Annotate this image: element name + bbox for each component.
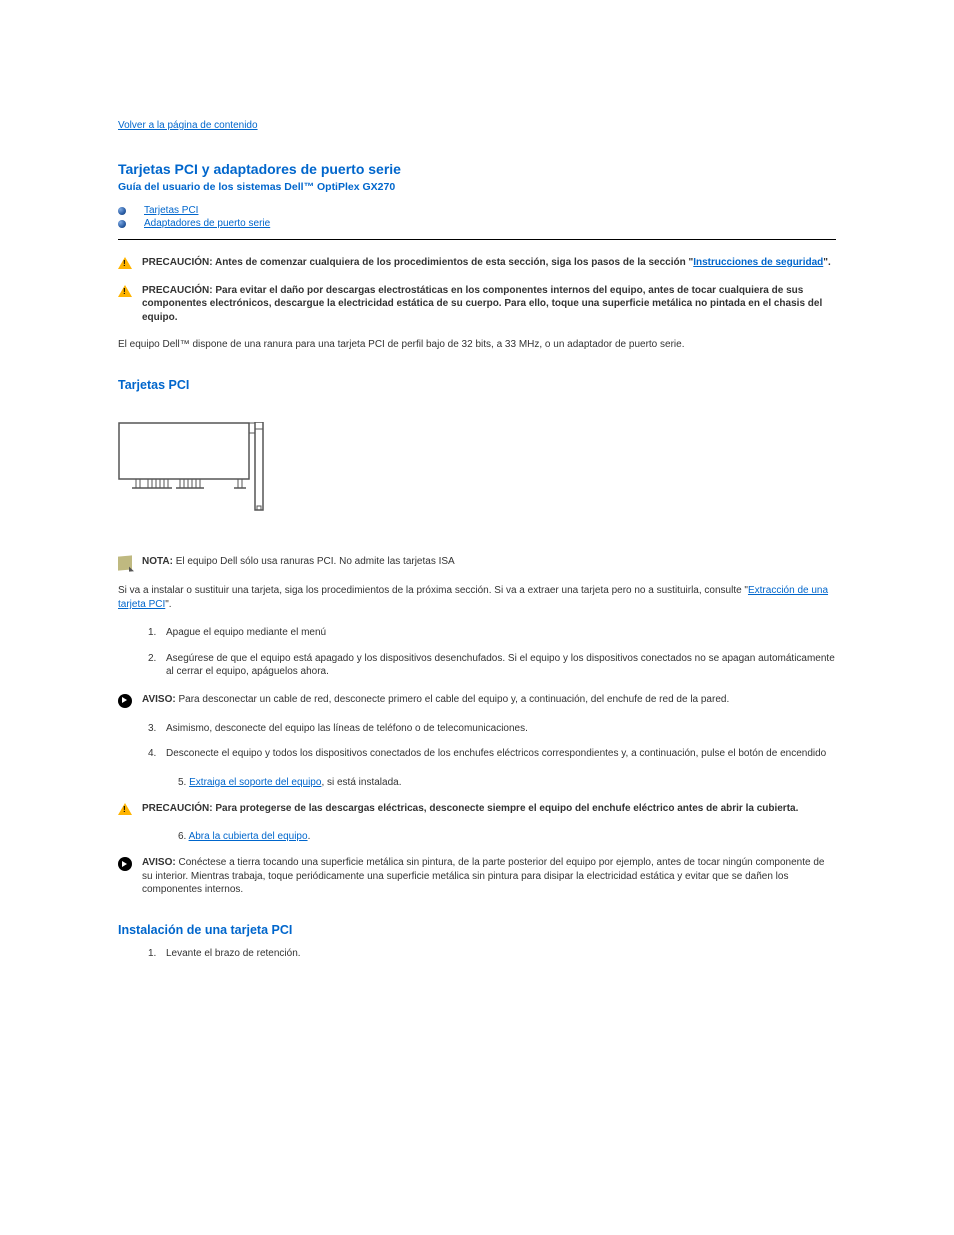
step-5: 5. Extraiga el soporte del equipo, si es… xyxy=(178,777,836,788)
aviso-callout-1: AVISO: Para desconectar un cable de red,… xyxy=(118,693,836,708)
precaucion-label: PRECAUCIÓN: xyxy=(142,803,213,814)
bullet-icon xyxy=(118,220,126,228)
safety-instructions-link[interactable]: Instrucciones de seguridad xyxy=(693,257,823,268)
aviso-1-text: Para desconectar un cable de red, descon… xyxy=(176,694,730,705)
toc-link-pci[interactable]: Tarjetas PCI xyxy=(144,205,198,216)
step-number: 5. xyxy=(178,777,186,788)
install-step-list: 1. Levante el brazo de retención. xyxy=(118,947,836,961)
warning-triangle-icon xyxy=(118,803,132,815)
step-6: 6. Abra la cubierta del equipo. xyxy=(178,831,836,842)
aviso-callout-2: AVISO: Conéctese a tierra tocando una su… xyxy=(118,856,836,897)
divider xyxy=(118,239,836,240)
step-number: 1. xyxy=(148,947,166,961)
aviso-label: AVISO: xyxy=(142,857,176,868)
warning-triangle-icon xyxy=(118,257,132,269)
install-replace-text: Si va a instalar o sustituir una tarjeta… xyxy=(118,584,836,612)
precaution-1-post: ". xyxy=(823,257,831,268)
nota-label: NOTA: xyxy=(142,556,173,567)
aviso-label: AVISO: xyxy=(142,694,176,705)
warning-triangle-icon xyxy=(118,285,132,297)
step-4: 4. Desconecte el equipo y todos los disp… xyxy=(148,747,836,761)
pci-card-illustration xyxy=(118,422,836,515)
step-6-post: . xyxy=(308,831,311,842)
toc-item-pci: Tarjetas PCI xyxy=(118,205,836,216)
remove-stand-link[interactable]: Extraiga el soporte del equipo xyxy=(189,777,321,788)
step-list: 1. Apague el equipo mediante el menú 2. … xyxy=(118,626,836,679)
step-3: 3. Asimismo, desconecte del equipo las l… xyxy=(148,722,836,736)
aviso-2-text: Conéctese a tierra tocando una superfici… xyxy=(142,857,824,895)
step-1: 1. Apague el equipo mediante el menú xyxy=(148,626,836,640)
precaution-callout-3: PRECAUCIÓN: Para protegerse de las desca… xyxy=(118,802,836,816)
page-subtitle: Guía del usuario de los sistemas Dell™ O… xyxy=(118,181,836,193)
toc-link-serial[interactable]: Adaptadores de puerto serie xyxy=(144,218,270,229)
precaution-callout-2: PRECAUCIÓN: Para evitar el daño por desc… xyxy=(118,284,836,325)
precaution-2-text: Para evitar el daño por descargas electr… xyxy=(142,285,822,323)
bullet-icon xyxy=(118,207,126,215)
precaution-callout-1: PRECAUCIÓN: Antes de comenzar cualquiera… xyxy=(118,256,836,270)
step-2-text: Asegúrese de que el equipo está apagado … xyxy=(166,652,836,679)
arrow-circle-icon xyxy=(118,857,132,871)
step-list-2: 3. Asimismo, desconecte del equipo las l… xyxy=(118,722,836,761)
precaucion-label: PRECAUCIÓN: xyxy=(142,285,213,296)
note-callout-1: NOTA: El equipo Dell sólo usa ranuras PC… xyxy=(118,555,836,570)
step-4-text: Desconecte el equipo y todos los disposi… xyxy=(166,747,836,761)
page-title: Tarjetas PCI y adaptadores de puerto ser… xyxy=(118,161,836,177)
note-pencil-icon xyxy=(118,556,132,570)
precaution-1-pre: Antes de comenzar cualquiera de los proc… xyxy=(213,257,694,268)
section-pci-title: Tarjetas PCI xyxy=(118,378,836,392)
step-3-text: Asimismo, desconecte del equipo las líne… xyxy=(166,722,836,736)
step-2: 2. Asegúrese de que el equipo está apaga… xyxy=(148,652,836,679)
precaution-3-text: Para protegerse de las descargas eléctri… xyxy=(213,803,799,814)
step-number: 6. xyxy=(178,831,186,842)
note-1-text: El equipo Dell sólo usa ranuras PCI. No … xyxy=(173,556,455,567)
precaucion-label: PRECAUCIÓN: xyxy=(142,257,213,268)
step-number: 4. xyxy=(148,747,166,761)
toc: Tarjetas PCI Adaptadores de puerto serie xyxy=(118,205,836,229)
install-step-1: 1. Levante el brazo de retención. xyxy=(148,947,836,961)
step-5-post: , si está instalada. xyxy=(321,777,401,788)
step-number: 2. xyxy=(148,652,166,679)
install-step-1-text: Levante el brazo de retención. xyxy=(166,947,836,961)
step-number: 3. xyxy=(148,722,166,736)
intro-text: El equipo Dell™ dispone de una ranura pa… xyxy=(118,338,836,352)
step-number: 1. xyxy=(148,626,166,640)
section-install-title: Instalación de una tarjeta PCI xyxy=(118,923,836,937)
step-1-text: Apague el equipo mediante el menú xyxy=(166,626,836,640)
toc-item-serial: Adaptadores de puerto serie xyxy=(118,218,836,229)
arrow-circle-icon xyxy=(118,694,132,708)
back-link[interactable]: Volver a la página de contenido xyxy=(118,120,258,131)
open-cover-link[interactable]: Abra la cubierta del equipo xyxy=(189,831,308,842)
